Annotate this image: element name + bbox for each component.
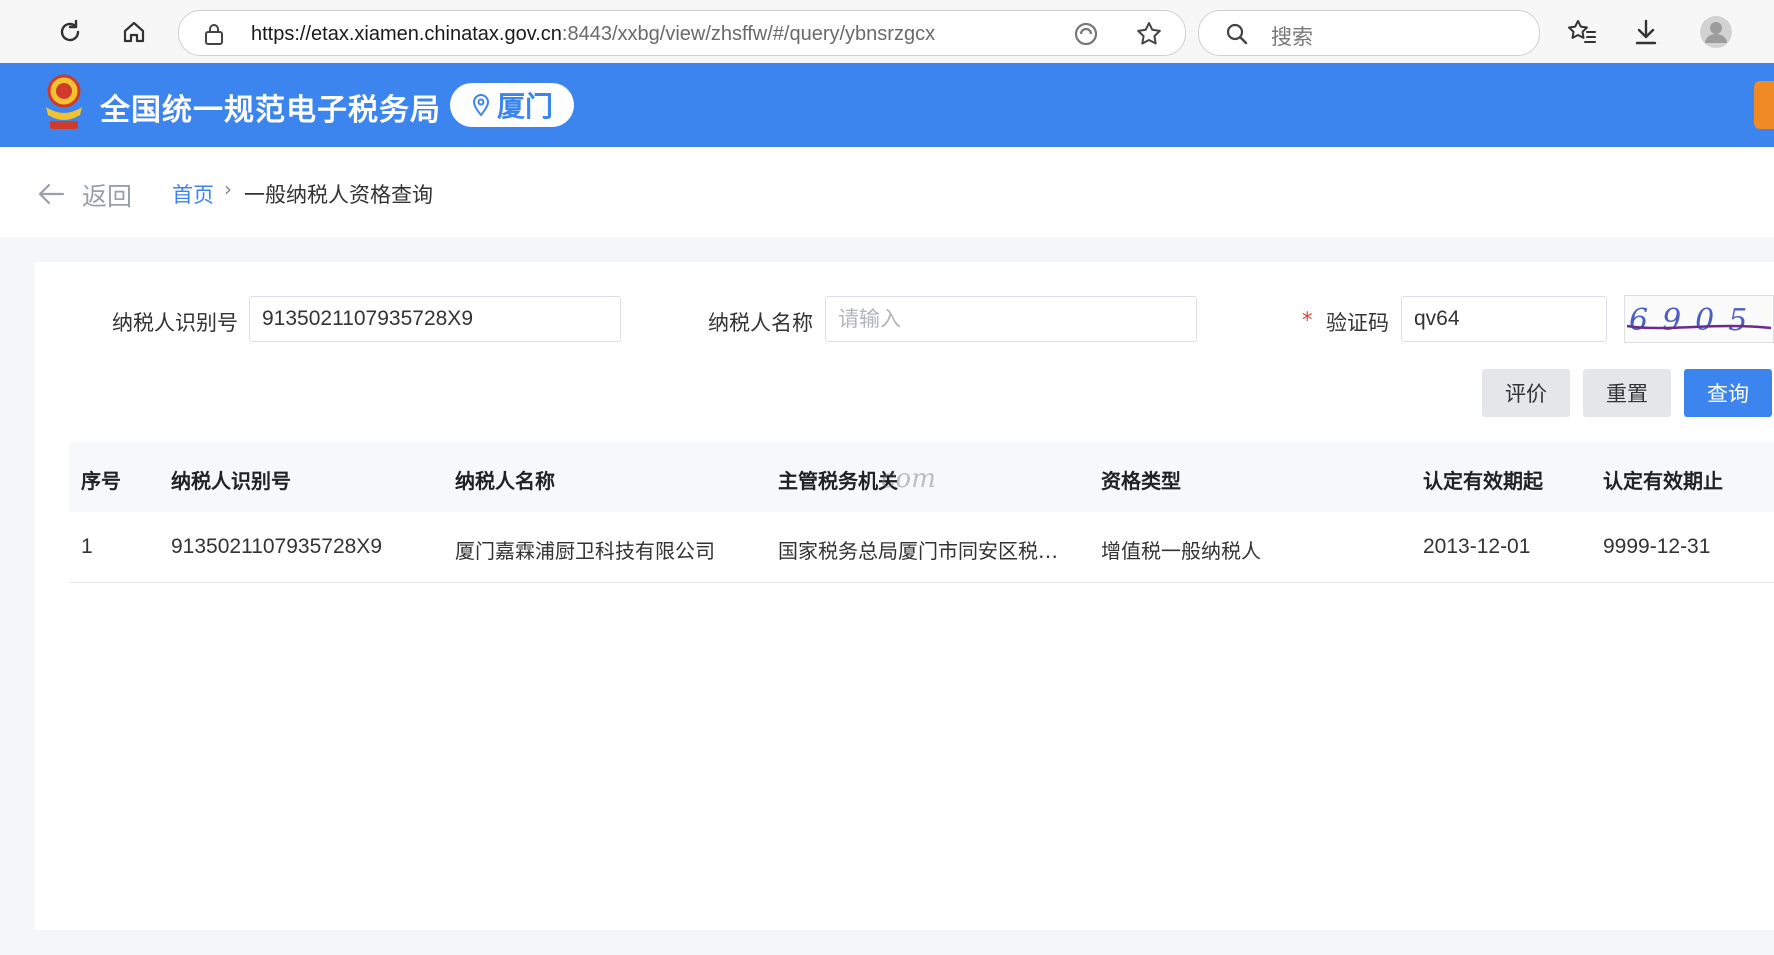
tax-emblem-icon bbox=[38, 71, 90, 133]
cell-taxpayer-id: 9135021107935728X9 bbox=[171, 535, 382, 558]
cell-qualification-type: 增值税一般纳税人 bbox=[1101, 539, 1261, 563]
search-placeholder: 搜索 bbox=[1271, 25, 1313, 49]
svg-text:6905: 6905 bbox=[1629, 303, 1761, 338]
watermark-text: com bbox=[881, 464, 936, 494]
col-qualification-type: 资格类型 bbox=[1101, 469, 1181, 493]
reset-button[interactable]: 重置 bbox=[1583, 369, 1671, 417]
query-button[interactable]: 查询 bbox=[1684, 369, 1772, 417]
profile-avatar-icon[interactable] bbox=[1698, 14, 1734, 50]
read-aloud-icon[interactable] bbox=[1073, 21, 1099, 51]
breadcrumb: 返回 首页 › 一般纳税人资格查询 bbox=[0, 147, 1774, 237]
breadcrumb-home[interactable]: 首页 bbox=[172, 179, 214, 209]
city-selector[interactable]: 厦门 bbox=[450, 83, 574, 127]
search-icon bbox=[1225, 22, 1249, 50]
col-taxpayer-name: 纳税人名称 bbox=[455, 469, 555, 493]
col-taxpayer-id: 纳税人识别号 bbox=[171, 469, 291, 493]
browser-search[interactable]: 搜索 bbox=[1198, 10, 1540, 56]
home-icon[interactable] bbox=[116, 14, 152, 50]
col-valid-to: 认定有效期止 bbox=[1603, 469, 1723, 493]
table-header: 序号 纳税人识别号 纳税人名称 主管税务机关 资格类型 认定有效期起 认定有效期… bbox=[69, 442, 1774, 512]
back-arrow-icon[interactable] bbox=[36, 179, 66, 213]
taxpayer-id-label: 纳税人识别号 bbox=[112, 311, 238, 335]
taxpayer-name-label: 纳税人名称 bbox=[708, 311, 813, 335]
cell-index: 1 bbox=[81, 535, 93, 558]
col-tax-authority: 主管税务机关 bbox=[778, 469, 898, 493]
col-index: 序号 bbox=[81, 469, 121, 493]
browser-toolbar: https://etax.xiamen.chinatax.gov.cn:8443… bbox=[0, 0, 1774, 64]
download-icon[interactable] bbox=[1628, 14, 1664, 50]
table-row[interactable]: 1 9135021107935728X9 厦门嘉霖浦厨卫科技有限公司 国家税务总… bbox=[69, 512, 1774, 583]
refresh-icon[interactable] bbox=[52, 14, 88, 50]
required-mark: * bbox=[1302, 308, 1313, 332]
favorites-list-icon[interactable] bbox=[1564, 14, 1600, 50]
breadcrumb-separator: › bbox=[224, 177, 232, 201]
url-path: :8443/xxbg/view/zhsffw/#/query/ybnsrzgcx bbox=[561, 23, 936, 45]
taxpayer-id-input[interactable]: 9135021107935728X9 bbox=[249, 296, 621, 342]
lock-icon[interactable] bbox=[203, 22, 225, 50]
captcha-input[interactable]: qv64 bbox=[1401, 296, 1607, 342]
city-name: 厦门 bbox=[496, 90, 553, 123]
query-card: 纳税人识别号 9135021107935728X9 纳税人名称 请输入 * 验证… bbox=[34, 262, 1774, 930]
location-pin-icon bbox=[472, 93, 489, 117]
address-bar[interactable]: https://etax.xiamen.chinatax.gov.cn:8443… bbox=[178, 10, 1186, 56]
side-tab[interactable] bbox=[1754, 81, 1774, 129]
site-header: 全国统一规范电子税务局 厦门 bbox=[0, 63, 1774, 147]
url-host: https://etax.xiamen.chinatax.gov.cn bbox=[251, 23, 562, 45]
address-url: https://etax.xiamen.chinatax.gov.cn:8443… bbox=[251, 23, 935, 46]
taxpayer-name-input[interactable]: 请输入 bbox=[825, 296, 1197, 342]
captcha-image[interactable]: 6905 bbox=[1624, 295, 1774, 343]
site-title: 全国统一规范电子税务局 bbox=[100, 93, 441, 128]
cell-valid-to: 9999-12-31 bbox=[1603, 535, 1711, 558]
captcha-label: 验证码 bbox=[1326, 311, 1389, 335]
cell-taxpayer-name: 厦门嘉霖浦厨卫科技有限公司 bbox=[455, 539, 715, 563]
cell-tax-authority: 国家税务总局厦门市同安区税… bbox=[778, 539, 1058, 563]
breadcrumb-current: 一般纳税人资格查询 bbox=[244, 183, 433, 207]
evaluate-button[interactable]: 评价 bbox=[1482, 369, 1570, 417]
cell-valid-from: 2013-12-01 bbox=[1423, 535, 1531, 558]
col-valid-from: 认定有效期起 bbox=[1423, 469, 1543, 493]
favorite-star-icon[interactable] bbox=[1135, 20, 1163, 52]
back-link[interactable]: 返回 bbox=[82, 177, 132, 213]
